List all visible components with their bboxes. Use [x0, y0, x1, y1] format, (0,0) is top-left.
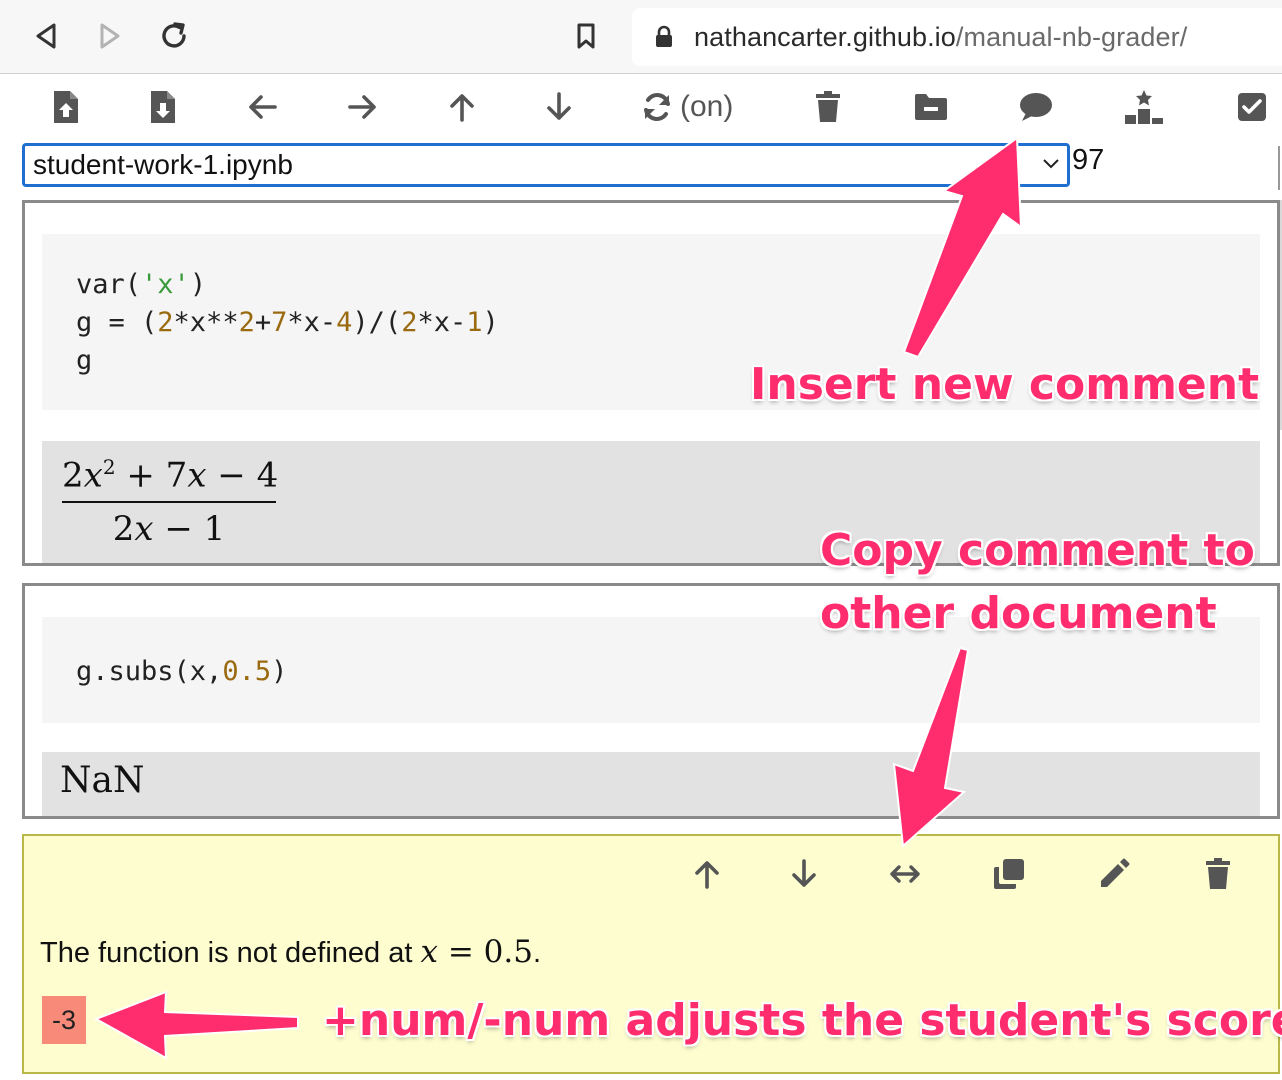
code-line: g.subs(x,0.5) — [76, 656, 288, 687]
url-path: /manual-nb-grader/ — [955, 21, 1188, 52]
arrow-left-icon — [249, 95, 277, 119]
comment-duplicate-button[interactable] — [989, 854, 1029, 894]
move-up-button[interactable] — [446, 86, 478, 128]
annotation-copy-comment-line1: Copy comment to — [820, 525, 1255, 576]
sync-icon — [644, 93, 670, 121]
annotation-copy-comment-line2: other document — [820, 588, 1217, 639]
fraction-output: 2x2 + 7x − 4 2x − 1 — [62, 455, 279, 550]
move-down-button[interactable] — [543, 86, 575, 128]
back-icon — [36, 23, 56, 49]
forward-icon — [100, 23, 120, 49]
bookmark-button[interactable] — [568, 18, 604, 54]
comment-text-suffix: . — [532, 937, 542, 969]
download-file-icon — [151, 91, 175, 123]
podium-icon — [1125, 90, 1163, 124]
url-host: nathancarter.github.io — [694, 21, 956, 52]
annotation-score: +num/-num adjusts the student's score — [322, 995, 1282, 1046]
next-file-button[interactable] — [345, 86, 381, 128]
arrows-horizontal-icon — [890, 865, 920, 883]
comment-text: The function is not defined at x = 0.5. — [40, 934, 541, 970]
nan-output: NaN — [60, 760, 145, 801]
cell-output: NaN — [42, 752, 1260, 816]
arrow-down-icon — [547, 92, 571, 120]
fraction-denominator: 2x − 1 — [112, 509, 226, 550]
browser-chrome: nathancarter.github.io/manual-nb-grader/ — [0, 0, 1282, 74]
file-count: 97 — [1072, 144, 1105, 176]
comment-delete-button[interactable] — [1198, 854, 1238, 894]
upload-file-button[interactable] — [50, 86, 82, 128]
comment-copy-to-other-button[interactable] — [885, 854, 925, 894]
comment-icon — [1020, 93, 1052, 121]
comment-text-prefix: The function is not defined at — [40, 937, 421, 969]
comment-edit-button[interactable] — [1094, 854, 1134, 894]
leaderboard-button[interactable] — [1122, 86, 1166, 128]
bookmark-icon — [577, 23, 595, 49]
comment-move-up-button[interactable] — [687, 854, 727, 894]
code-line: var('x') — [76, 269, 207, 300]
insert-comment-button[interactable] — [1016, 86, 1056, 128]
download-file-button[interactable] — [147, 86, 179, 128]
score-adjustment-badge: -3 — [42, 996, 86, 1044]
reload-button[interactable] — [156, 18, 192, 54]
delete-file-button[interactable] — [812, 86, 844, 128]
lock-icon — [654, 25, 674, 49]
arrow-up-icon — [450, 94, 474, 122]
chevron-down-icon — [1041, 156, 1061, 177]
checkbox-icon — [1238, 93, 1266, 121]
upload-file-icon — [54, 91, 78, 123]
divider — [1278, 146, 1280, 190]
code-line: g = (2*x**2+7*x-4)/(2*x-1) — [76, 307, 499, 338]
comment-math: x = 0.5 — [420, 934, 533, 970]
fraction-bar — [62, 501, 276, 504]
folder-minus-icon — [915, 94, 947, 120]
selected-file-name: student-work-1.ipynb — [33, 149, 293, 180]
url-text: nathancarter.github.io/manual-nb-grader/ — [694, 22, 1187, 53]
arrow-right-icon — [348, 95, 376, 119]
previous-file-button[interactable] — [244, 86, 280, 128]
auto-sync-toggle[interactable]: (on) — [640, 86, 744, 128]
fraction-numerator: 2x2 + 7x − 4 — [62, 455, 279, 496]
arrow-down-icon — [792, 859, 816, 887]
checkbox-button[interactable] — [1236, 86, 1268, 128]
auto-sync-label: (on) — [680, 90, 734, 123]
forward-button[interactable] — [92, 18, 128, 54]
comment-move-down-button[interactable] — [784, 854, 824, 894]
trash-icon — [816, 91, 840, 122]
back-button[interactable] — [28, 18, 64, 54]
address-bar[interactable]: nathancarter.github.io/manual-nb-grader/ — [632, 8, 1282, 66]
annotation-insert-comment: Insert new comment — [750, 359, 1260, 410]
reload-icon — [162, 22, 186, 48]
file-select[interactable]: student-work-1.ipynb — [22, 143, 1070, 187]
copy-icon — [994, 859, 1024, 889]
arrow-up-icon — [695, 861, 719, 889]
trash-icon — [1206, 858, 1230, 889]
pencil-icon — [1101, 858, 1130, 887]
close-folder-button[interactable] — [912, 86, 950, 128]
